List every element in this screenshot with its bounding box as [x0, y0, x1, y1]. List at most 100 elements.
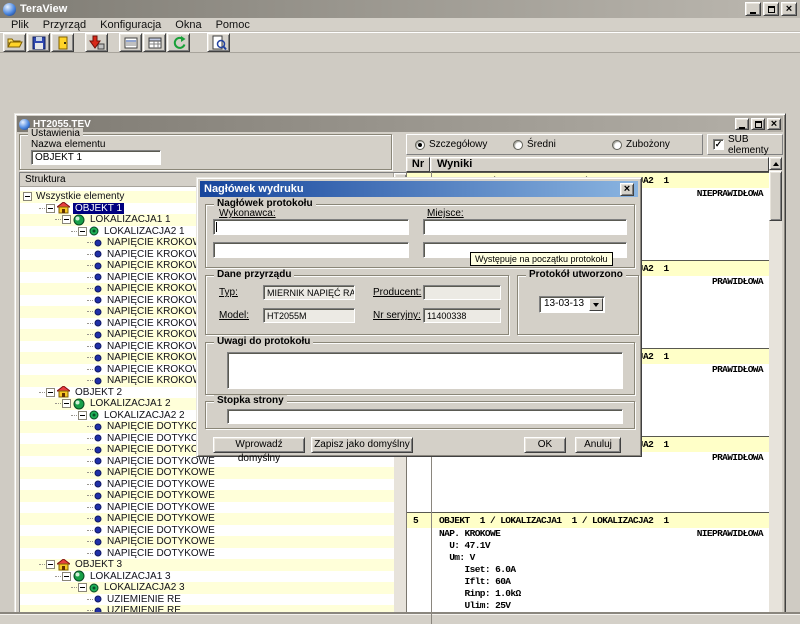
tree-expander-icon[interactable] [78, 411, 87, 420]
tree-node-label[interactable]: OBJEKT 1 [73, 203, 124, 214]
tree-node-label[interactable]: LOKALIZACJA2 1 [102, 226, 187, 237]
tree-node-label[interactable]: LOKALIZACJA1 2 [88, 398, 173, 409]
element-name-input[interactable]: OBJEKT 1 [31, 150, 161, 165]
notes-textarea[interactable] [227, 352, 623, 389]
result-section-header[interactable]: 5OBJEKT 1 / LOKALIZACJA1 1 / LOKALIZACJA… [407, 512, 769, 528]
tree-connector [39, 564, 45, 565]
menu-item-2[interactable]: Konfiguracja [93, 19, 168, 31]
tree-expander-icon[interactable] [46, 204, 55, 213]
tree-node-label[interactable]: NAPIĘCIE KROKOWE [105, 283, 211, 294]
tree-node-label[interactable]: NAPIĘCIE KROKOWE [105, 295, 211, 306]
tree-connector [55, 403, 61, 404]
tree-node-label[interactable]: LOKALIZACJA2 3 [102, 582, 187, 593]
scrollbar-thumb[interactable] [769, 171, 782, 221]
result-line: Um: V [407, 552, 769, 564]
cancel-button[interactable]: Anuluj [575, 437, 621, 453]
tree-node-label[interactable]: NAPIĘCIE KROKOWE [105, 318, 211, 329]
doc-restore-button[interactable] [751, 118, 765, 130]
save-button[interactable] [27, 33, 50, 52]
results-vertical-scrollbar[interactable] [769, 157, 782, 624]
tree-node-label[interactable]: Wszystkie elementy [34, 191, 126, 202]
radio-mode-1[interactable]: Średni [513, 139, 556, 150]
scroll-up-button[interactable] [769, 157, 782, 170]
dropdown-button[interactable] [589, 298, 603, 311]
table-button[interactable] [143, 33, 166, 52]
location-icon [73, 214, 85, 226]
executor-input-1[interactable] [213, 219, 409, 235]
tree-expander-icon[interactable] [62, 572, 71, 581]
tree-node-label[interactable]: NAPIĘCIE KROKOWE [105, 352, 211, 363]
report-button[interactable] [119, 33, 142, 52]
tree-node-label[interactable]: NAPIĘCIE DOTYKOWE [105, 490, 217, 501]
exit-door-button[interactable] [51, 33, 74, 52]
location-icon [89, 583, 99, 593]
close-icon: × [624, 184, 630, 194]
doc-close-button[interactable]: × [767, 118, 781, 130]
tree-node-label[interactable]: LOKALIZACJA1 1 [88, 214, 173, 225]
result-line: Rinp: 1.0kΩ [407, 588, 769, 600]
tree-expander-icon[interactable] [46, 388, 55, 397]
tree-node-label[interactable]: NAPIĘCIE KROKOWE [105, 375, 211, 386]
tree-node-label[interactable]: NAPIĘCIE DOTYKOWE [105, 479, 217, 490]
restore-button[interactable] [763, 2, 779, 16]
radio-mode-0[interactable]: Szczegółowy [415, 139, 487, 150]
tree-node-label[interactable]: NAPIĘCIE KROKOWE [105, 272, 211, 283]
location-icon [73, 398, 85, 410]
minimize-button[interactable] [745, 2, 761, 16]
tree-node-label[interactable]: OBJEKT 2 [73, 387, 124, 398]
tree-expander-icon[interactable] [46, 560, 55, 569]
load-default-button[interactable]: Wprowadź domyślny [213, 437, 305, 453]
print-preview-button[interactable] [207, 33, 230, 52]
tree-node-label[interactable]: NAPIĘCIE KROKOWE [105, 237, 211, 248]
created-date-dropdown[interactable]: 13-03-13 [539, 296, 605, 313]
tree-node-label[interactable]: LOKALIZACJA2 2 [102, 410, 187, 421]
tree-node-label[interactable]: NAPIĘCIE KROKOWE [105, 260, 211, 271]
radio-mode-2[interactable]: Zubożony [612, 139, 670, 150]
tree-node-label[interactable]: NAPIĘCIE DOTYKOWE [105, 525, 217, 536]
tree-node-label[interactable]: NAPIĘCIE DOTYKOWE [105, 548, 217, 559]
tree-node-label[interactable]: LOKALIZACJA1 3 [88, 571, 173, 582]
tree-expander-icon[interactable] [62, 399, 71, 408]
dialog-close-button[interactable]: × [620, 183, 634, 196]
tree-expander-icon[interactable] [62, 215, 71, 224]
measurement-bullet-icon [94, 503, 102, 511]
tree-node-label[interactable]: NAPIĘCIE KROKOWE [105, 329, 211, 340]
open-folder-button[interactable] [3, 33, 26, 52]
tree-connector [87, 426, 93, 427]
doc-minimize-button[interactable] [735, 118, 749, 130]
tree-node-label[interactable]: NAPIĘCIE KROKOWE [105, 249, 211, 260]
menu-item-3[interactable]: Okna [168, 19, 208, 31]
tree-node-label[interactable]: UZIEMIENIE RE [105, 594, 183, 605]
tree-node-label[interactable]: NAPIĘCIE KROKOWE [105, 306, 211, 317]
menu-item-1[interactable]: Przyrząd [36, 19, 93, 31]
tree-node-label[interactable]: OBJEKT 3 [73, 559, 124, 570]
tree-node-label[interactable]: NAPIĘCIE DOTYKOWE [105, 502, 217, 513]
column-header-results[interactable]: Wyniki [430, 157, 769, 172]
column-header-nr[interactable]: Nr [406, 157, 430, 172]
download-button[interactable] [85, 33, 108, 52]
tree-connector [55, 219, 61, 220]
close-button[interactable]: × [781, 2, 797, 16]
tree-connector [87, 277, 93, 278]
tree-node-label[interactable]: NAPIĘCIE DOTYKOWE [105, 467, 217, 478]
menu-item-4[interactable]: Pomoc [209, 19, 257, 31]
tree-node-label[interactable]: NAPIĘCIE KROKOWE [105, 364, 211, 375]
tree-node-label[interactable]: NAPIĘCIE KROKOWE [105, 341, 211, 352]
tree-node-label[interactable]: NAPIĘCIE DOTYKOWE [105, 536, 217, 547]
tree-expander-icon[interactable] [78, 583, 87, 592]
tree-connector [71, 587, 77, 588]
tree-node-label[interactable]: NAPIĘCIE DOTYKOWE [105, 513, 217, 524]
menu-item-0[interactable]: Plik [4, 19, 36, 31]
refresh-button[interactable] [167, 33, 190, 52]
save-default-button[interactable]: Zapisz jako domyślny [311, 437, 413, 453]
measurement-bullet-icon [94, 377, 102, 385]
sub-elements-checkbox[interactable]: ✓ [713, 139, 724, 150]
executor-input-2[interactable] [213, 242, 409, 258]
footer-input[interactable] [227, 409, 623, 424]
place-input-1[interactable] [423, 219, 627, 235]
result-path: OBJEKT 1 / LOKALIZACJA1 1 / LOKALIZACJA2… [439, 515, 669, 526]
tree-expander-icon[interactable] [23, 192, 32, 201]
tree-node-label[interactable]: NAPIĘCIE DOTYKOWE [105, 456, 217, 467]
ok-button[interactable]: OK [524, 437, 566, 453]
tree-expander-icon[interactable] [78, 227, 87, 236]
